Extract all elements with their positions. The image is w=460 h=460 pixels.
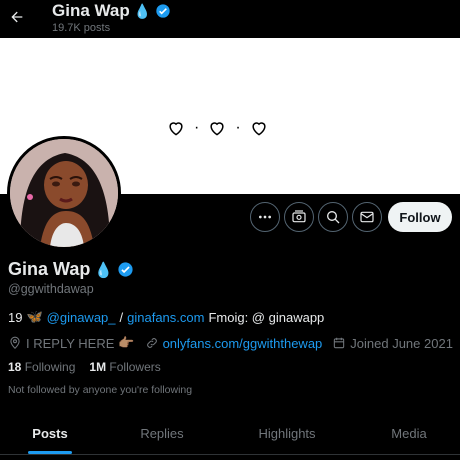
subscribe-icon [292,210,306,223]
followed-by-text: Not followed by anyone you're following [8,384,193,396]
link-icon [146,338,157,348]
bio-separator: / [119,309,124,325]
followers-label: Followers [109,360,161,374]
search-icon [327,211,340,224]
profile-meta: I REPLY HERE 👉🏽 onlyfans.com/ggwiththewa… [8,335,460,351]
tab-posts[interactable]: Posts [0,412,100,454]
verified-badge-icon [156,4,170,18]
arrow-left-icon [11,11,23,23]
water-drop-emoji: 💧 [94,261,114,279]
search-button[interactable] [318,202,348,232]
heart-outline-icon [169,122,183,136]
banner-decoration: · · [166,118,269,138]
water-drop-emoji: 💧 [133,2,152,19]
tab-label: Replies [140,425,184,441]
follow-stats: 18 Following 1M Followers [8,360,161,374]
tab-label: Media [391,425,427,441]
more-dots-icon [259,215,271,219]
joined-item: Joined June 2021 [332,336,453,351]
header-title: Gina Wap [52,1,130,20]
bio-mention-link[interactable]: @ginawap_ [47,310,116,325]
message-button[interactable] [352,202,382,232]
banner-dot: · [194,119,200,136]
location-text: I REPLY HERE [26,335,115,351]
followers-count: 1M [89,360,107,374]
subscribe-button[interactable] [284,202,314,232]
profile-bio: 19 🦋 @ginawap_ / ginafans.com Fmoig: @ g… [8,309,324,325]
avatar-illustration [10,139,118,247]
bio-extra: Fmoig: @ ginawapp [208,309,325,325]
website-item: onlyfans.com/ggwiththewap [145,336,323,351]
tab-label: Highlights [258,425,316,441]
bio-site-link[interactable]: ginafans.com [127,310,204,325]
website-link[interactable]: onlyfans.com/ggwiththewap [163,336,323,351]
back-button[interactable] [6,6,28,28]
mail-icon [360,211,374,223]
following-label: Following [24,360,76,374]
header-title-row: Gina Wap 💧 [52,1,171,21]
profile-name-row: Gina Wap 💧 [8,259,134,280]
tab-highlights[interactable]: Highlights [237,412,337,454]
banner-dot: · [235,119,241,136]
heart-outline-icon [252,122,266,136]
profile-handle: @ggwithdawap [8,282,94,296]
profile-tabs: Posts Replies Highlights Media [0,412,460,454]
bio-age: 19 [8,309,23,325]
joined-text: Joined June 2021 [350,335,453,351]
more-button[interactable] [250,202,280,232]
post-count: 19.7K posts [52,22,111,34]
tabs-divider [0,454,460,455]
butterfly-emoji: 🦋 [26,309,43,324]
verified-badge-icon[interactable] [117,261,134,278]
profile-name: Gina Wap [8,259,91,279]
heart-outline-icon [210,122,224,136]
following-count: 18 [8,360,22,374]
tab-media[interactable]: Media [359,412,459,454]
following-link[interactable]: 18 Following [8,360,75,374]
tab-replies[interactable]: Replies [112,412,212,454]
calendar-icon [334,337,345,349]
follow-button[interactable]: Follow [388,202,452,232]
followers-link[interactable]: 1M Followers [89,360,160,374]
top-bar: Gina Wap 💧 19.7K posts [0,0,460,38]
location-item: I REPLY HERE 👉🏽 [8,335,135,351]
tab-label: Posts [32,425,68,441]
pointing-emoji: 👉🏽 [118,335,135,350]
avatar[interactable] [7,136,121,250]
location-pin-icon [10,336,20,349]
